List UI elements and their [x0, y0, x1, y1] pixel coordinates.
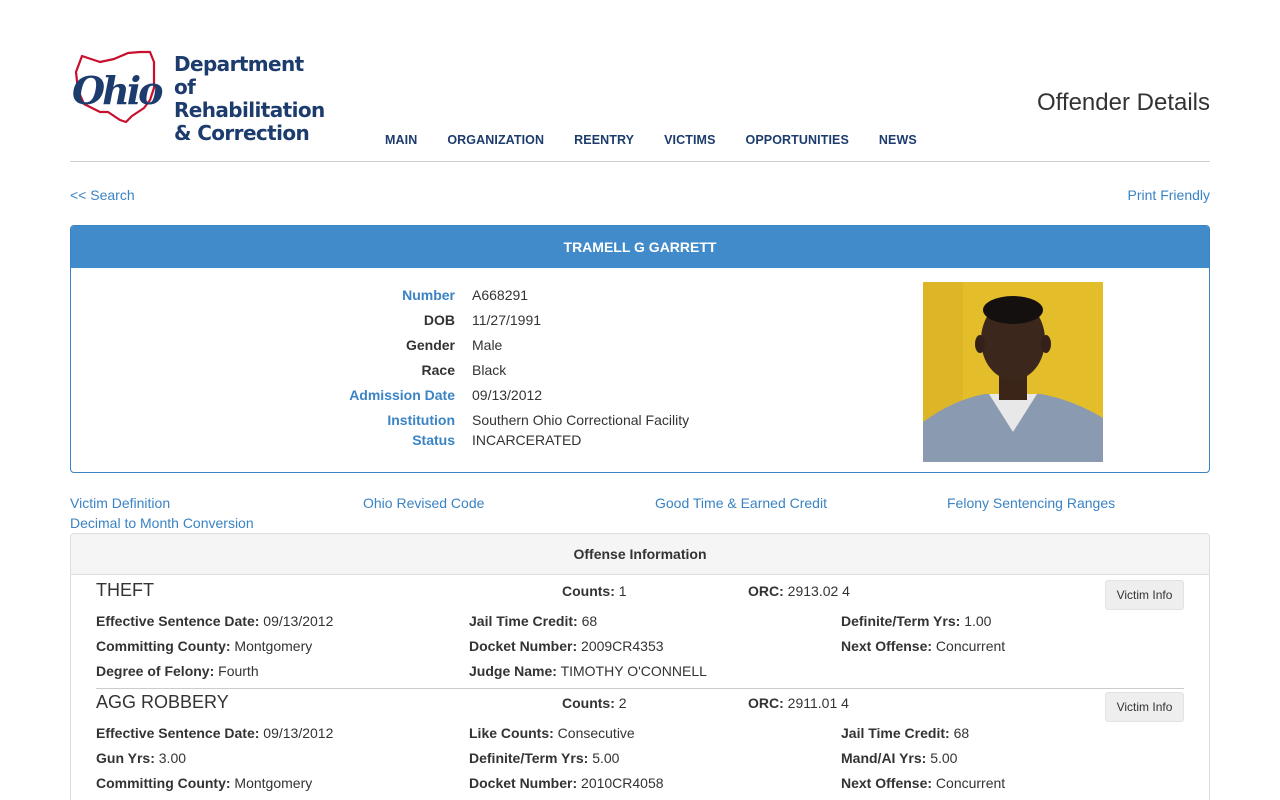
offense-field: Next Offense: Concurrent	[841, 638, 1006, 654]
dob-value: 11/27/1991	[472, 312, 542, 328]
offender-name: TRAMELL G GARRETT	[71, 226, 1209, 268]
dob-label: DOB	[423, 312, 455, 328]
offense-panel: Offense Information THEFT Counts: 1 ORC:…	[70, 533, 1210, 800]
department-line-1: Department of	[174, 52, 304, 99]
department-line-3: & Correction	[174, 121, 310, 145]
department-name: Department of Rehabilitation & Correctio…	[174, 53, 330, 145]
status-label-link[interactable]: Status	[412, 432, 455, 448]
back-to-search-link[interactable]: << Search	[70, 187, 135, 203]
number-label-link[interactable]: Number	[402, 287, 455, 303]
number-value: A668291	[472, 287, 529, 303]
print-friendly-link[interactable]: Print Friendly	[1128, 187, 1210, 203]
nav-main[interactable]: MAIN	[385, 133, 417, 147]
offense-field: Effective Sentence Date: 09/13/2012	[96, 725, 334, 741]
race-label: Race	[421, 362, 455, 378]
field-gender: Gender Male	[71, 337, 771, 357]
page-title: Offender Details	[1037, 89, 1210, 116]
ohio-revised-code-link[interactable]: Ohio Revised Code	[363, 495, 484, 511]
department-line-2: Rehabilitation	[174, 98, 325, 122]
offense-field: Committing County: Montgomery	[96, 638, 313, 654]
offense-field: Docket Number: 2009CR4353	[469, 638, 664, 654]
offense-name: THEFT	[96, 580, 154, 600]
offense-divider	[96, 688, 1184, 689]
admission-date-label-link[interactable]: Admission Date	[349, 387, 455, 403]
offense-field: Jail Time Credit: 68	[469, 613, 598, 629]
field-status: Status INCARCERATED	[71, 432, 771, 452]
offense-field: Committing County: Montgomery	[96, 775, 313, 791]
admission-date-value: 09/13/2012	[472, 387, 543, 403]
field-institution: Institution Southern Ohio Correctional F…	[71, 412, 771, 432]
gender-value: Male	[472, 337, 503, 353]
offender-panel: TRAMELL G GARRETT Number A668291 DOB 11/…	[70, 225, 1210, 473]
offense-counts: Counts: 1	[562, 583, 627, 599]
field-number: Number A668291	[71, 287, 771, 307]
good-time-earned-credit-link[interactable]: Good Time & Earned Credit	[655, 495, 827, 511]
offense-field: Definite/Term Yrs: 5.00	[469, 750, 620, 766]
field-admission-date: Admission Date 09/13/2012	[71, 387, 771, 407]
nav-opportunities[interactable]: OPPORTUNITIES	[746, 133, 849, 147]
nav-news[interactable]: NEWS	[879, 133, 917, 147]
field-dob: DOB 11/27/1991	[71, 312, 771, 332]
offense-field: Jail Time Credit: 68	[841, 725, 970, 741]
race-value: Black	[472, 362, 507, 378]
offense-field: Gun Yrs: 3.00	[96, 750, 187, 766]
offense-orc: ORC: 2911.01 4	[748, 695, 849, 711]
decimal-to-month-conversion-link[interactable]: Decimal to Month Conversion	[70, 515, 254, 531]
offense-field: Next Offense: Concurrent	[841, 775, 1006, 791]
institution-label-link[interactable]: Institution	[387, 412, 455, 428]
offender-photo-icon	[923, 282, 1103, 462]
institution-value: Southern Ohio Correctional Facility	[472, 412, 690, 428]
victim-info-button[interactable]: Victim Info	[1105, 692, 1184, 722]
nav-organization[interactable]: ORGANIZATION	[447, 133, 544, 147]
felony-sentencing-ranges-link[interactable]: Felony Sentencing Ranges	[947, 495, 1115, 511]
gender-label: Gender	[405, 337, 455, 353]
victim-info-button[interactable]: Victim Info	[1105, 580, 1184, 610]
offense-field: Effective Sentence Date: 09/13/2012	[96, 613, 334, 629]
status-value: INCARCERATED	[472, 432, 582, 448]
offense-field: Definite/Term Yrs: 1.00	[841, 613, 992, 629]
offense-panel-title: Offense Information	[71, 534, 1209, 575]
offense-field: Mand/AI Yrs: 5.00	[841, 750, 958, 766]
offense-name: AGG ROBBERY	[96, 692, 229, 712]
site-header: Ohio Department of Rehabilitation & Corr…	[70, 50, 1210, 162]
offense-orc: ORC: 2913.02 4	[748, 583, 850, 599]
main-nav: MAIN ORGANIZATION REENTRY VICTIMS OPPORT…	[370, 133, 932, 147]
logo-word: Ohio	[72, 68, 163, 113]
odrc-logo[interactable]: Ohio Department of Rehabilitation & Corr…	[70, 50, 330, 145]
offense-field: Judge Name: TIMOTHY O'CONNELL	[469, 663, 707, 679]
offender-photo	[923, 282, 1103, 462]
offense-field: Docket Number: 2010CR4058	[469, 775, 664, 791]
field-race: Race Black	[71, 362, 771, 382]
nav-victims[interactable]: VICTIMS	[664, 133, 715, 147]
victim-definition-link[interactable]: Victim Definition	[70, 495, 170, 511]
nav-reentry[interactable]: REENTRY	[574, 133, 634, 147]
offense-counts: Counts: 2	[562, 695, 627, 711]
offense-field: Like Counts: Consecutive	[469, 725, 635, 741]
offense-field: Degree of Felony: Fourth	[96, 663, 259, 679]
ohio-state-outline-icon: Ohio	[72, 50, 166, 124]
